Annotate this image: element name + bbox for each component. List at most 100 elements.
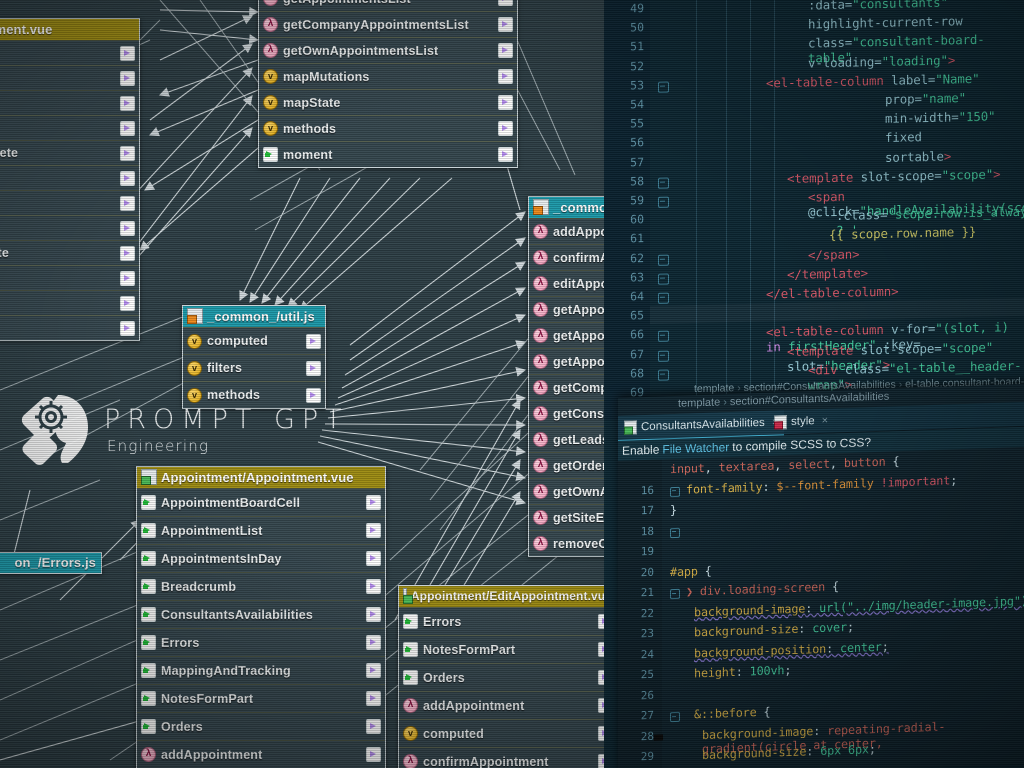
- export-icon[interactable]: [120, 270, 135, 286]
- code-line[interactable]: font-family: $--font-family !important;: [686, 473, 957, 496]
- code-line[interactable]: </template>: [787, 265, 868, 282]
- node-member-row[interactable]: AppointmentsInDay: [137, 544, 385, 572]
- breadcrumb-item[interactable]: section#ConsultantsAvailabilities: [730, 391, 889, 409]
- node-member-row[interactable]: nt: [0, 65, 139, 90]
- close-icon[interactable]: ×: [819, 415, 828, 427]
- code-fold-toggle[interactable]: [658, 196, 669, 208]
- node-member-row[interactable]: [0, 190, 139, 215]
- code-line[interactable]: }: [670, 503, 677, 517]
- export-icon[interactable]: [366, 551, 381, 566]
- node-member-row[interactable]: confirmAppointment: [399, 747, 617, 768]
- code-line[interactable]: sortable>: [885, 148, 951, 164]
- diagram-node-add-appointment-vue[interactable]: ldAppointment.vue nt tStatusList Autocompl…: [0, 18, 140, 341]
- code-line[interactable]: prop="name": [885, 90, 966, 107]
- export-icon[interactable]: [120, 145, 135, 161]
- export-icon[interactable]: [498, 43, 513, 58]
- code-line[interactable]: height: 100vh;: [694, 663, 791, 680]
- export-icon[interactable]: [498, 0, 513, 6]
- uml-diagram-canvas[interactable]: ldAppointment.vue nt tStatusList Autocompl…: [0, 0, 640, 768]
- code-line[interactable]: background-size: cover;: [694, 620, 854, 640]
- node-member-row[interactable]: Errors: [137, 628, 385, 656]
- code-fold-toggle[interactable]: [658, 369, 669, 381]
- code-line[interactable]: background-image: url("../img/header-ima…: [694, 593, 1024, 619]
- node-member-row[interactable]: Breadcrumb: [137, 572, 385, 600]
- node-member-row[interactable]: [0, 315, 139, 340]
- node-member-row[interactable]: addAppointment: [399, 691, 617, 719]
- code-fold-toggle[interactable]: [670, 588, 680, 600]
- node-member-row[interactable]: computed: [399, 719, 617, 747]
- diagram-node-appointment-vue[interactable]: Appointment/Appointment.vue AppointmentB…: [136, 466, 386, 768]
- diagram-node-edit-appointment-vue[interactable]: Appointment/EditAppointment.vue Errors No…: [398, 585, 618, 768]
- vue-template-editor[interactable]: 49:data="consultants" 50 highlight-current…: [604, 0, 1024, 420]
- code-line[interactable]: v-loading="loading">: [808, 52, 955, 70]
- code-fold-toggle[interactable]: [658, 330, 669, 343]
- export-icon[interactable]: [366, 663, 381, 678]
- code-line[interactable]: &::before {: [694, 705, 770, 722]
- node-member-row[interactable]: addAppointment: [137, 740, 385, 768]
- export-icon[interactable]: [120, 70, 135, 86]
- code-fold-toggle[interactable]: [658, 350, 669, 362]
- code-fold-toggle[interactable]: [670, 711, 680, 723]
- export-icon[interactable]: [366, 635, 381, 650]
- node-member-row[interactable]: moment: [259, 141, 517, 167]
- node-member-row[interactable]: utocomplete: [0, 240, 139, 265]
- node-member-row[interactable]: Orders: [137, 712, 385, 740]
- breakpoint-marker[interactable]: [654, 733, 663, 741]
- code-line[interactable]: min-width="150": [885, 109, 995, 126]
- export-icon[interactable]: [366, 579, 381, 594]
- export-icon[interactable]: [366, 495, 381, 510]
- export-icon[interactable]: [120, 245, 135, 261]
- node-member-row[interactable]: plete: [0, 215, 139, 240]
- export-icon[interactable]: [498, 69, 513, 84]
- node-member-row[interactable]: omplete: [0, 165, 139, 190]
- code-fold-toggle[interactable]: [670, 486, 680, 497]
- node-member-row[interactable]: NotesFormPart: [399, 635, 617, 663]
- diagram-node-appointments-getters[interactable]: getAppointmentsList getCompanyAppointment…: [258, 0, 518, 168]
- file-watcher-link[interactable]: File Watcher: [659, 440, 732, 457]
- code-fold-toggle[interactable]: [658, 273, 669, 285]
- node-member-row[interactable]: mapState: [259, 89, 517, 115]
- code-line[interactable]: #app {: [670, 563, 712, 578]
- code-line[interactable]: {{ scope.row.name }}: [829, 224, 976, 242]
- node-member-row[interactable]: computed: [183, 327, 325, 354]
- export-icon[interactable]: [498, 17, 513, 32]
- node-member-row[interactable]: methods: [259, 115, 517, 141]
- breadcrumb-item[interactable]: template: [678, 396, 720, 409]
- diagram-node-common-errors-js[interactable]: on_/Errors.js: [0, 552, 102, 574]
- tab-style[interactable]: style ×: [768, 408, 834, 434]
- node-member-row[interactable]: getAppointmentsList: [259, 0, 517, 11]
- code-fold-toggle[interactable]: [658, 81, 669, 93]
- node-member-row[interactable]: AppointmentBoardCell: [137, 488, 385, 516]
- code-fold-toggle[interactable]: [658, 292, 669, 304]
- node-member-row[interactable]: mapMutations: [259, 63, 517, 89]
- node-member-row[interactable]: getCompanyAppointmentsList: [259, 11, 517, 37]
- export-icon[interactable]: [120, 45, 135, 61]
- node-member-row[interactable]: AppointmentList: [137, 516, 385, 544]
- export-icon[interactable]: [366, 523, 381, 538]
- ide-editor-pane[interactable]: 49:data="consultants" 50 highlight-current…: [604, 0, 1024, 768]
- node-member-row[interactable]: tStatusList: [0, 115, 139, 140]
- scss-style-editor[interactable]: template › section#ConsultantsAvailabiliti…: [618, 383, 1024, 768]
- breadcrumb-item[interactable]: template: [694, 382, 734, 395]
- export-icon[interactable]: [120, 320, 135, 336]
- node-member-row[interactable]: [0, 290, 139, 315]
- code-line[interactable]: highlight-current-row: [808, 13, 963, 31]
- export-icon[interactable]: [306, 333, 321, 349]
- export-icon[interactable]: [366, 719, 381, 734]
- code-fold-toggle[interactable]: [658, 254, 669, 266]
- export-icon[interactable]: [120, 195, 135, 211]
- node-member-row[interactable]: [0, 40, 139, 65]
- node-member-row[interactable]: filters: [183, 354, 325, 381]
- export-icon[interactable]: [498, 121, 513, 136]
- code-fold-toggle[interactable]: [670, 527, 680, 538]
- node-member-row[interactable]: Errors: [399, 607, 617, 635]
- code-line[interactable]: :data="consultants": [808, 0, 948, 13]
- node-member-row[interactable]: [0, 265, 139, 290]
- export-icon[interactable]: [120, 295, 135, 311]
- node-member-row[interactable]: Autocomplete: [0, 140, 139, 165]
- code-line[interactable]: fixed: [885, 129, 922, 145]
- code-line[interactable]: ❯ div.loading-screen {: [686, 579, 839, 598]
- code-line[interactable]: </el-table-column>: [766, 284, 898, 302]
- code-line[interactable]: </span>: [808, 246, 860, 262]
- code-line[interactable]: <template slot-scope="scope">: [787, 166, 1000, 186]
